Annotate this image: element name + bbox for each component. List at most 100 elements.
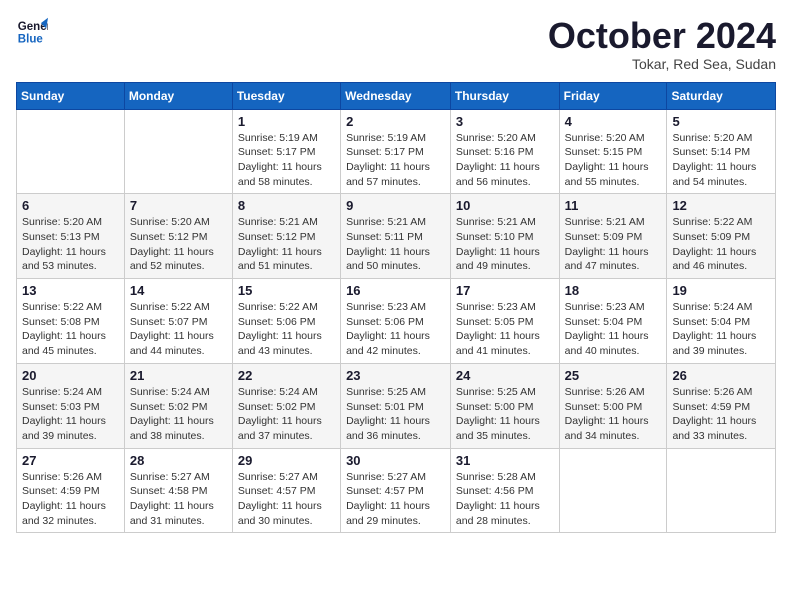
calendar-header: Sunday Monday Tuesday Wednesday Thursday…	[17, 82, 776, 109]
day-info: Sunrise: 5:23 AMSunset: 5:04 PMDaylight:…	[565, 300, 662, 359]
day-number: 13	[22, 283, 119, 298]
day-info: Sunrise: 5:27 AMSunset: 4:58 PMDaylight:…	[130, 470, 227, 529]
day-number: 8	[238, 198, 335, 213]
day-info: Sunrise: 5:26 AMSunset: 5:00 PMDaylight:…	[565, 385, 662, 444]
page-header: General Blue October 2024 Tokar, Red Sea…	[16, 16, 776, 72]
day-info: Sunrise: 5:26 AMSunset: 4:59 PMDaylight:…	[672, 385, 770, 444]
day-number: 24	[456, 368, 554, 383]
header-row: Sunday Monday Tuesday Wednesday Thursday…	[17, 82, 776, 109]
day-info: Sunrise: 5:21 AMSunset: 5:10 PMDaylight:…	[456, 215, 554, 274]
svg-text:Blue: Blue	[18, 34, 44, 46]
calendar-week-0: 1 Sunrise: 5:19 AMSunset: 5:17 PMDaylight…	[17, 109, 776, 194]
calendar-cell: 5Sunrise: 5:20 AMSunset: 5:14 PMDaylight…	[667, 109, 776, 194]
day-info: Sunrise: 5:23 AMSunset: 5:05 PMDaylight:…	[456, 300, 554, 359]
logo-icon: General Blue	[16, 16, 48, 48]
day-info: Sunrise: 5:24 AMSunset: 5:03 PMDaylight:…	[22, 385, 119, 444]
calendar-cell	[667, 448, 776, 533]
day-info: Sunrise: 5:21 AMSunset: 5:11 PMDaylight:…	[346, 215, 445, 274]
calendar-cell: 27 Sunrise: 5:26 AMSunset: 4:59 PMDayligh…	[17, 448, 125, 533]
day-number: 6	[22, 198, 119, 213]
calendar-week-3: 20 Sunrise: 5:24 AMSunset: 5:03 PMDayligh…	[17, 363, 776, 448]
day-info: Sunrise: 5:19 AMSunset: 5:17 PMDaylight:…	[238, 131, 335, 190]
header-friday: Friday	[559, 82, 667, 109]
calendar-body: 1 Sunrise: 5:19 AMSunset: 5:17 PMDaylight…	[17, 109, 776, 533]
title-area: October 2024 Tokar, Red Sea, Sudan	[548, 16, 776, 72]
day-info: Sunrise: 5:22 AMSunset: 5:07 PMDaylight:…	[130, 300, 227, 359]
day-number: 15	[238, 283, 335, 298]
day-number: 30	[346, 453, 445, 468]
calendar-cell	[124, 109, 232, 194]
calendar-week-2: 13 Sunrise: 5:22 AMSunset: 5:08 PMDayligh…	[17, 279, 776, 364]
day-number: 27	[22, 453, 119, 468]
calendar-table: Sunday Monday Tuesday Wednesday Thursday…	[16, 82, 776, 534]
logo: General Blue	[16, 16, 48, 48]
day-number: 26	[672, 368, 770, 383]
calendar-cell: 16 Sunrise: 5:23 AMSunset: 5:06 PMDayligh…	[341, 279, 451, 364]
calendar-cell: 9Sunrise: 5:21 AMSunset: 5:11 PMDaylight…	[341, 194, 451, 279]
day-info: Sunrise: 5:22 AMSunset: 5:08 PMDaylight:…	[22, 300, 119, 359]
day-info: Sunrise: 5:24 AMSunset: 5:02 PMDaylight:…	[130, 385, 227, 444]
header-monday: Monday	[124, 82, 232, 109]
header-saturday: Saturday	[667, 82, 776, 109]
calendar-cell: 3Sunrise: 5:20 AMSunset: 5:16 PMDaylight…	[450, 109, 559, 194]
day-number: 31	[456, 453, 554, 468]
day-info: Sunrise: 5:20 AMSunset: 5:14 PMDaylight:…	[672, 131, 770, 190]
calendar-cell: 30 Sunrise: 5:27 AMSunset: 4:57 PMDayligh…	[341, 448, 451, 533]
calendar-cell: 8 Sunrise: 5:21 AMSunset: 5:12 PMDaylight…	[232, 194, 340, 279]
calendar-week-1: 6 Sunrise: 5:20 AMSunset: 5:13 PMDaylight…	[17, 194, 776, 279]
calendar-cell: 18Sunrise: 5:23 AMSunset: 5:04 PMDayligh…	[559, 279, 667, 364]
day-info: Sunrise: 5:25 AMSunset: 5:01 PMDaylight:…	[346, 385, 445, 444]
day-number: 22	[238, 368, 335, 383]
day-info: Sunrise: 5:20 AMSunset: 5:13 PMDaylight:…	[22, 215, 119, 274]
calendar-cell: 2Sunrise: 5:19 AMSunset: 5:17 PMDaylight…	[341, 109, 451, 194]
calendar-cell: 13 Sunrise: 5:22 AMSunset: 5:08 PMDayligh…	[17, 279, 125, 364]
day-number: 16	[346, 283, 445, 298]
day-number: 1	[238, 114, 335, 129]
location-subtitle: Tokar, Red Sea, Sudan	[548, 56, 776, 72]
calendar-cell: 20 Sunrise: 5:24 AMSunset: 5:03 PMDayligh…	[17, 363, 125, 448]
calendar-cell: 24 Sunrise: 5:25 AMSunset: 5:00 PMDayligh…	[450, 363, 559, 448]
day-number: 28	[130, 453, 227, 468]
day-info: Sunrise: 5:25 AMSunset: 5:00 PMDaylight:…	[456, 385, 554, 444]
day-info: Sunrise: 5:26 AMSunset: 4:59 PMDaylight:…	[22, 470, 119, 529]
day-number: 7	[130, 198, 227, 213]
day-number: 10	[456, 198, 554, 213]
day-number: 11	[565, 198, 662, 213]
calendar-cell: 6 Sunrise: 5:20 AMSunset: 5:13 PMDaylight…	[17, 194, 125, 279]
calendar-cell: 31Sunrise: 5:28 AMSunset: 4:56 PMDayligh…	[450, 448, 559, 533]
header-tuesday: Tuesday	[232, 82, 340, 109]
calendar-cell: 7Sunrise: 5:20 AMSunset: 5:12 PMDaylight…	[124, 194, 232, 279]
day-info: Sunrise: 5:22 AMSunset: 5:06 PMDaylight:…	[238, 300, 335, 359]
day-info: Sunrise: 5:20 AMSunset: 5:15 PMDaylight:…	[565, 131, 662, 190]
day-info: Sunrise: 5:24 AMSunset: 5:02 PMDaylight:…	[238, 385, 335, 444]
calendar-cell: 26 Sunrise: 5:26 AMSunset: 4:59 PMDayligh…	[667, 363, 776, 448]
calendar-cell: 19 Sunrise: 5:24 AMSunset: 5:04 PMDayligh…	[667, 279, 776, 364]
calendar-cell: 4Sunrise: 5:20 AMSunset: 5:15 PMDaylight…	[559, 109, 667, 194]
day-number: 25	[565, 368, 662, 383]
day-info: Sunrise: 5:27 AMSunset: 4:57 PMDaylight:…	[238, 470, 335, 529]
calendar-cell: 28 Sunrise: 5:27 AMSunset: 4:58 PMDayligh…	[124, 448, 232, 533]
day-info: Sunrise: 5:21 AMSunset: 5:12 PMDaylight:…	[238, 215, 335, 274]
day-info: Sunrise: 5:22 AMSunset: 5:09 PMDaylight:…	[672, 215, 770, 274]
day-info: Sunrise: 5:24 AMSunset: 5:04 PMDaylight:…	[672, 300, 770, 359]
calendar-cell: 12 Sunrise: 5:22 AMSunset: 5:09 PMDayligh…	[667, 194, 776, 279]
day-number: 14	[130, 283, 227, 298]
calendar-cell	[559, 448, 667, 533]
day-info: Sunrise: 5:27 AMSunset: 4:57 PMDaylight:…	[346, 470, 445, 529]
month-title: October 2024	[548, 16, 776, 56]
day-number: 19	[672, 283, 770, 298]
day-number: 12	[672, 198, 770, 213]
day-number: 2	[346, 114, 445, 129]
day-number: 23	[346, 368, 445, 383]
calendar-cell: 23 Sunrise: 5:25 AMSunset: 5:01 PMDayligh…	[341, 363, 451, 448]
calendar-cell: 17Sunrise: 5:23 AMSunset: 5:05 PMDayligh…	[450, 279, 559, 364]
calendar-cell: 11Sunrise: 5:21 AMSunset: 5:09 PMDayligh…	[559, 194, 667, 279]
day-number: 21	[130, 368, 227, 383]
header-sunday: Sunday	[17, 82, 125, 109]
day-info: Sunrise: 5:23 AMSunset: 5:06 PMDaylight:…	[346, 300, 445, 359]
calendar-cell: 22 Sunrise: 5:24 AMSunset: 5:02 PMDayligh…	[232, 363, 340, 448]
day-info: Sunrise: 5:20 AMSunset: 5:16 PMDaylight:…	[456, 131, 554, 190]
calendar-cell: 14 Sunrise: 5:22 AMSunset: 5:07 PMDayligh…	[124, 279, 232, 364]
day-number: 20	[22, 368, 119, 383]
header-wednesday: Wednesday	[341, 82, 451, 109]
